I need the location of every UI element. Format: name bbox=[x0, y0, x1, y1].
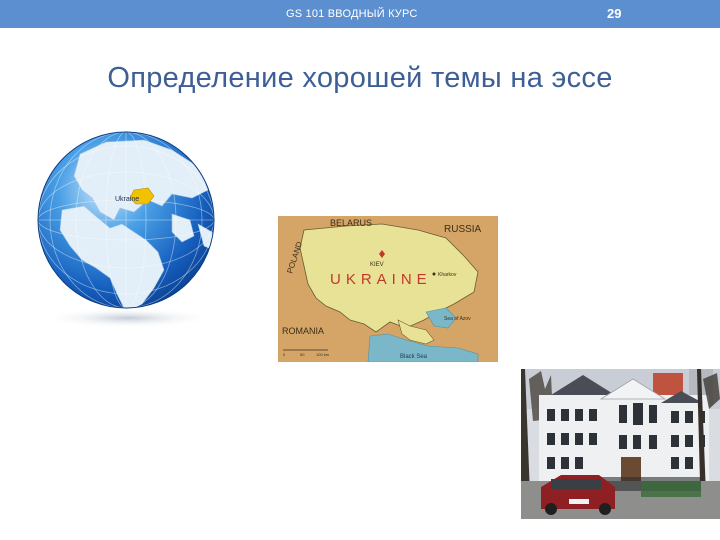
map-scale-100: 100 km bbox=[316, 352, 330, 357]
map-label-belarus: BELARUS bbox=[330, 218, 372, 228]
ukraine-map: BELARUS RUSSIA POLAND UKRAINE ROMANIA KI… bbox=[278, 216, 498, 362]
map-label-black-sea: Black Sea bbox=[400, 354, 428, 360]
kharkov-dot-icon bbox=[432, 272, 436, 276]
map-scale-50: 50 bbox=[300, 352, 305, 357]
course-label: GS 101 ВВОДНЫЙ КУРС bbox=[286, 8, 418, 20]
map-label-russia: RUSSIA bbox=[444, 224, 482, 235]
globe-image: Ukraine bbox=[37, 131, 215, 328]
map-label-ukraine: UKRAINE bbox=[330, 271, 432, 288]
map-label-romania: ROMANIA bbox=[282, 326, 324, 336]
globe-label: Ukraine bbox=[115, 196, 139, 203]
page-number: 29 bbox=[607, 6, 622, 21]
map-label-sea-of-azov: Sea of Azov bbox=[444, 316, 471, 322]
map-label-kharkov: Kharkov bbox=[438, 272, 457, 278]
slide-title: Определение хорошей темы на эссе bbox=[107, 62, 613, 94]
header-bar: GS 101 ВВОДНЫЙ КУРС 29 bbox=[0, 0, 720, 28]
map-label-kiev: KIEV bbox=[370, 262, 384, 268]
building-photo bbox=[521, 369, 720, 519]
